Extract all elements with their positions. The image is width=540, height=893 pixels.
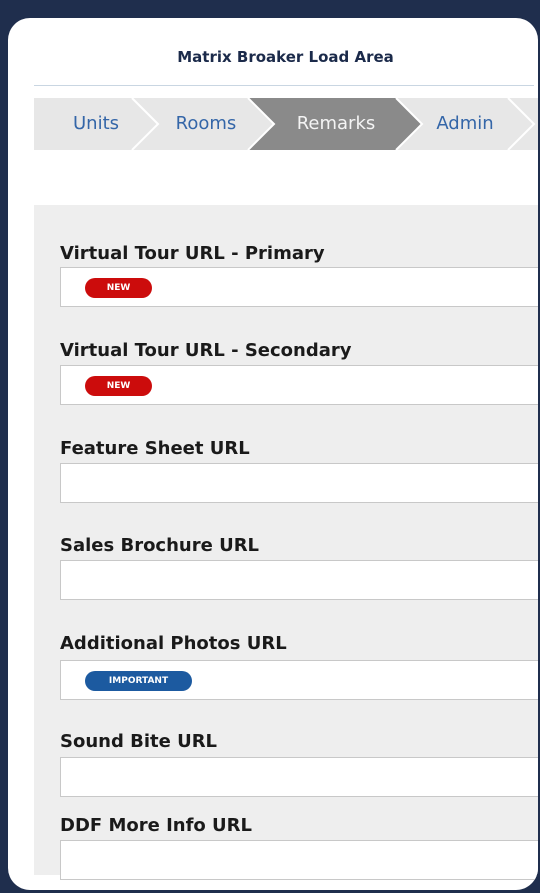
field-label-feature-sheet: Feature Sheet URL xyxy=(60,438,250,459)
field-label-virtual-tour-primary: Virtual Tour URL - Primary xyxy=(60,243,325,264)
breadcrumb: Units Rooms Remarks Admin xyxy=(34,98,538,150)
tab-admin[interactable]: Admin xyxy=(422,98,508,150)
field-label-virtual-tour-secondary: Virtual Tour URL - Secondary xyxy=(60,340,352,361)
field-label-sound-bite: Sound Bite URL xyxy=(60,731,218,752)
field-label-ddf-more-info: DDF More Info URL xyxy=(60,815,252,836)
important-badge: IMPORTANT xyxy=(85,671,192,691)
url-form: Virtual Tour URL - Primary NEW Virtual T… xyxy=(34,205,538,880)
tab-units[interactable]: Units xyxy=(56,98,136,150)
tab-remarks[interactable]: Remarks xyxy=(274,98,398,150)
tab-rooms[interactable]: Rooms xyxy=(158,98,254,150)
additional-photos-url-input[interactable]: IMPORTANT xyxy=(60,660,538,700)
ddf-more-info-url-input[interactable] xyxy=(60,840,538,880)
title-divider xyxy=(34,85,534,86)
broker-load-card: Matrix Broaker Load Area Units Rooms Rem… xyxy=(8,18,538,890)
chevron-separator-4 xyxy=(507,98,536,150)
field-label-additional-photos: Additional Photos URL xyxy=(60,633,287,654)
sales-brochure-url-input[interactable] xyxy=(60,560,538,600)
field-label-sales-brochure: Sales Brochure URL xyxy=(60,535,260,556)
new-badge: NEW xyxy=(85,278,152,298)
new-badge: NEW xyxy=(85,376,152,396)
virtual-tour-primary-input[interactable]: NEW xyxy=(60,267,538,307)
feature-sheet-url-input[interactable] xyxy=(60,463,538,503)
virtual-tour-secondary-input[interactable]: NEW xyxy=(60,365,538,405)
page-title: Matrix Broaker Load Area xyxy=(177,48,394,66)
sound-bite-url-input[interactable] xyxy=(60,757,538,797)
